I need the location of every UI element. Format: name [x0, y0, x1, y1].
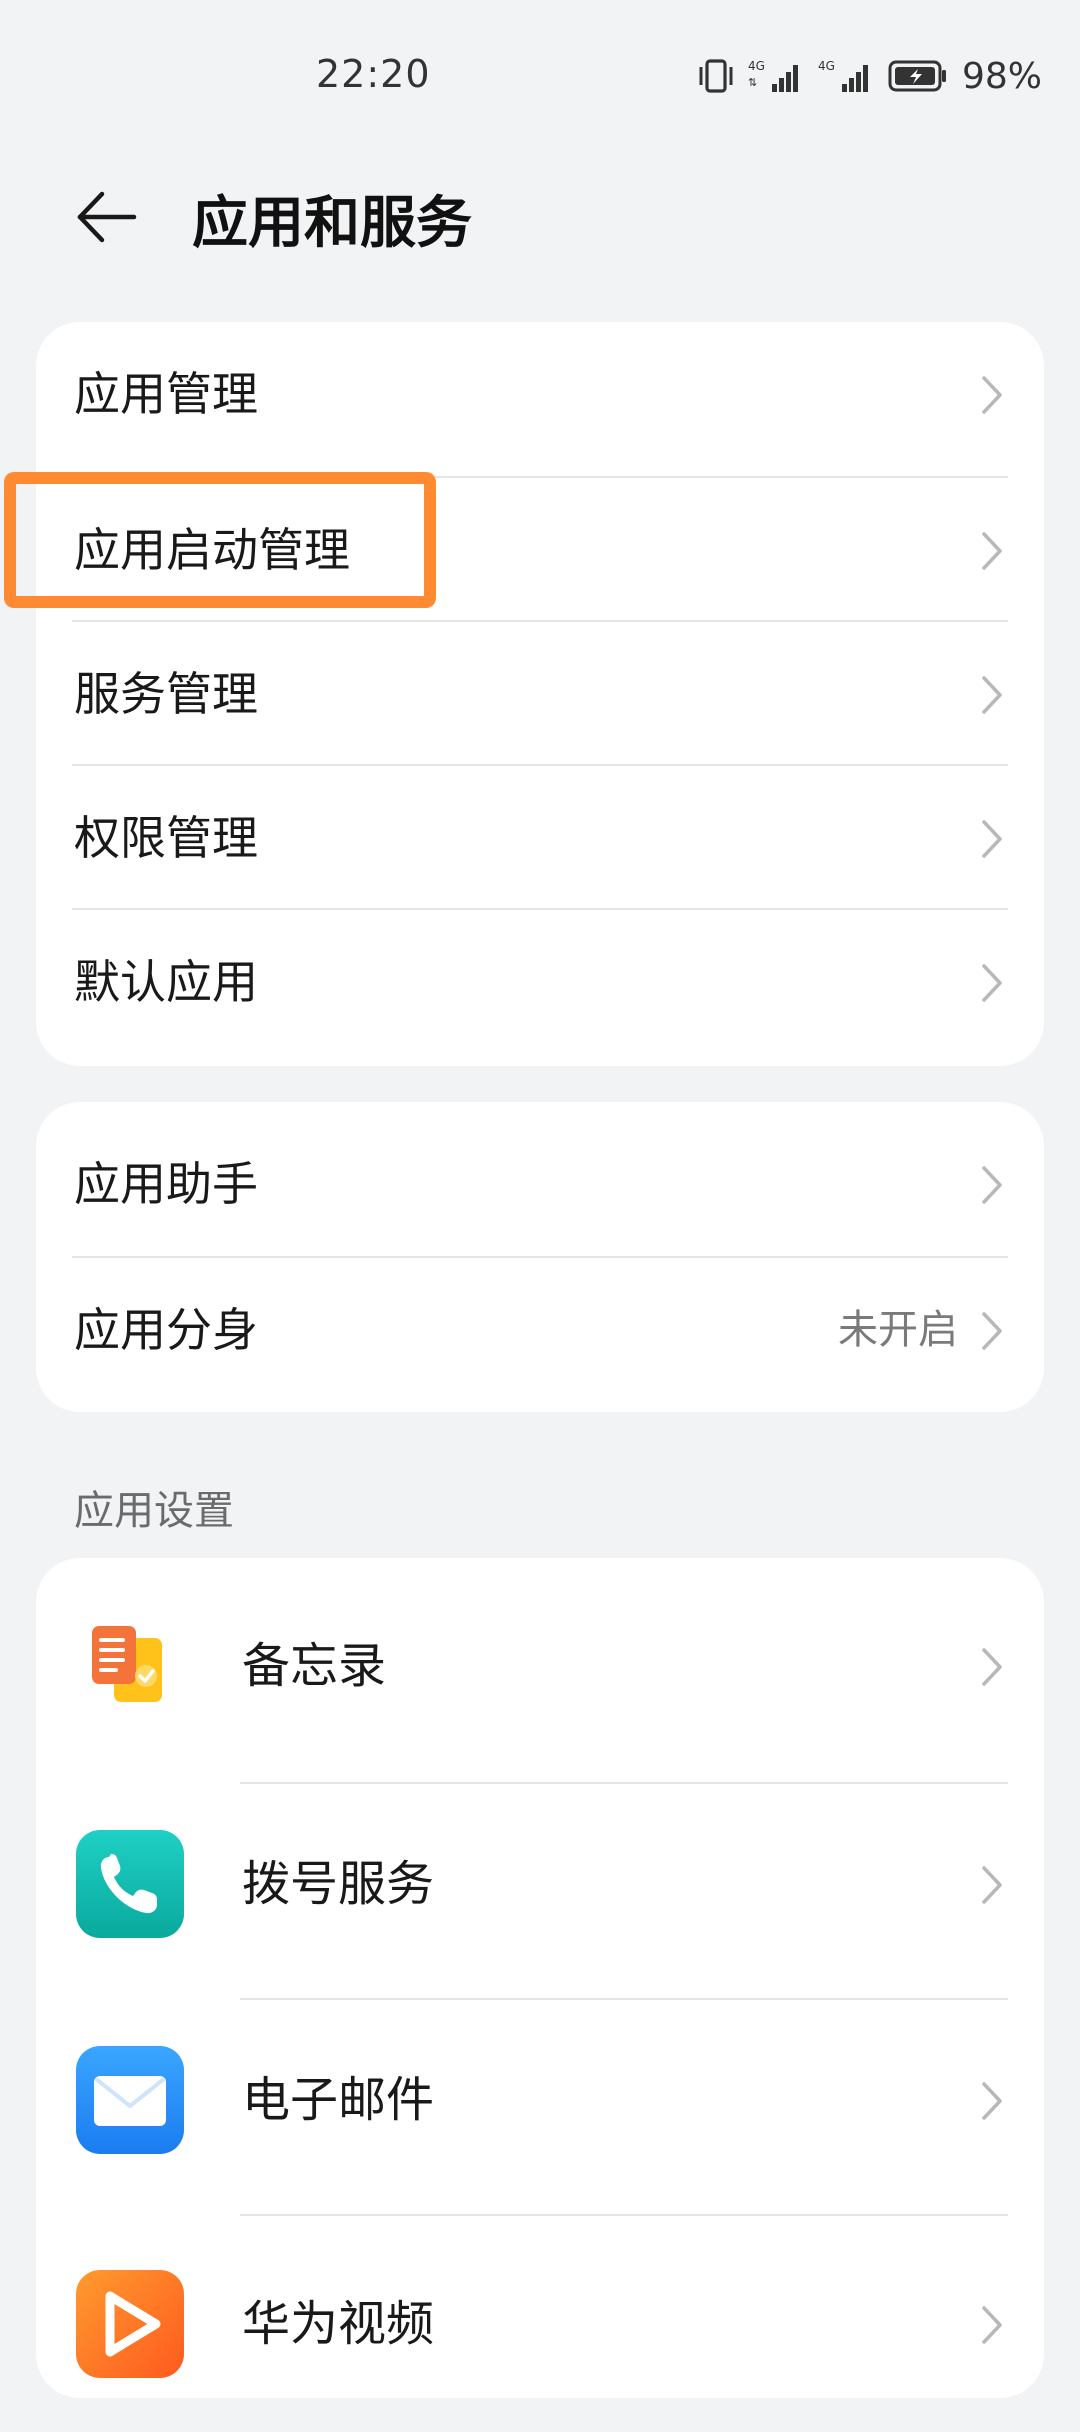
page-title: 应用和服务 [192, 191, 472, 256]
chevron-right-icon [982, 964, 1002, 1002]
menu-item-app-twin[interactable]: 应用分身 未开启 [36, 1258, 1044, 1402]
app-item-label: 电子邮件 [242, 2072, 435, 2128]
app-item-label: 拨号服务 [242, 1856, 435, 1912]
chevron-right-icon [982, 1866, 1002, 1904]
menu-item-label: 权限管理 [74, 811, 258, 865]
app-settings-list: 备忘录 拨号服务 电子邮件 华为视频 [36, 1558, 1044, 2398]
memo-icon [76, 1612, 184, 1720]
section-title: 应用设置 [74, 1488, 234, 1534]
menu-item-label: 应用助手 [74, 1157, 258, 1211]
video-icon [76, 2270, 184, 2378]
menu-item-app-assistant[interactable]: 应用助手 [36, 1112, 1044, 1256]
signal-4g-icon: 4G ⇅ [748, 58, 806, 94]
menu-item-label: 应用管理 [74, 367, 258, 421]
signal-4g-icon: 4G [818, 58, 876, 94]
back-button[interactable] [72, 182, 142, 252]
phone-icon [76, 1830, 184, 1938]
chevron-right-icon [982, 676, 1002, 714]
email-icon [76, 2046, 184, 2154]
vibrate-icon [696, 58, 736, 94]
app-item-dialer[interactable]: 拨号服务 [36, 1776, 1044, 1992]
status-bar: 22:20 4G ⇅ 4G 98% [0, 0, 1080, 150]
menu-item-label: 应用分身 [74, 1303, 258, 1357]
chevron-right-icon [982, 820, 1002, 858]
settings-group-2: 应用助手 应用分身 未开启 [36, 1102, 1044, 1412]
status-time: 22:20 [316, 52, 431, 96]
app-item-email[interactable]: 电子邮件 [36, 1992, 1044, 2208]
battery-charging-icon [888, 59, 948, 93]
chevron-right-icon [982, 376, 1002, 414]
network-label: 4G [748, 59, 765, 73]
chevron-right-icon [982, 1648, 1002, 1686]
svg-text:⇅: ⇅ [748, 76, 757, 89]
app-item-video[interactable]: 华为视频 [36, 2216, 1044, 2432]
menu-item-app-launch-management[interactable]: 应用启动管理 [36, 478, 1044, 622]
network-label: 4G [818, 59, 835, 73]
app-item-memo[interactable]: 备忘录 [36, 1558, 1044, 1774]
app-item-label: 华为视频 [242, 2296, 435, 2352]
status-value: 未开启 [838, 1307, 958, 1353]
menu-item-label: 应用启动管理 [74, 523, 350, 577]
chevron-right-icon [982, 2082, 1002, 2120]
menu-item-label: 默认应用 [74, 955, 258, 1009]
menu-item-label: 服务管理 [74, 667, 258, 721]
settings-group-1: 应用管理 应用启动管理 服务管理 权限管理 默认应用 [36, 322, 1044, 1066]
back-arrow-icon [77, 191, 137, 243]
menu-item-default-apps[interactable]: 默认应用 [36, 910, 1044, 1054]
page-header: 应用和服务 [0, 160, 1080, 270]
chevron-right-icon [982, 532, 1002, 570]
menu-item-permission-management[interactable]: 权限管理 [36, 766, 1044, 910]
chevron-right-icon [982, 1166, 1002, 1204]
menu-item-service-management[interactable]: 服务管理 [36, 622, 1044, 766]
battery-percent: 98% [961, 55, 1042, 97]
chevron-right-icon [982, 1312, 1002, 1350]
status-icons: 4G ⇅ 4G 98% [696, 54, 1042, 98]
menu-item-app-management[interactable]: 应用管理 [36, 322, 1044, 466]
app-item-label: 备忘录 [242, 1638, 387, 1694]
